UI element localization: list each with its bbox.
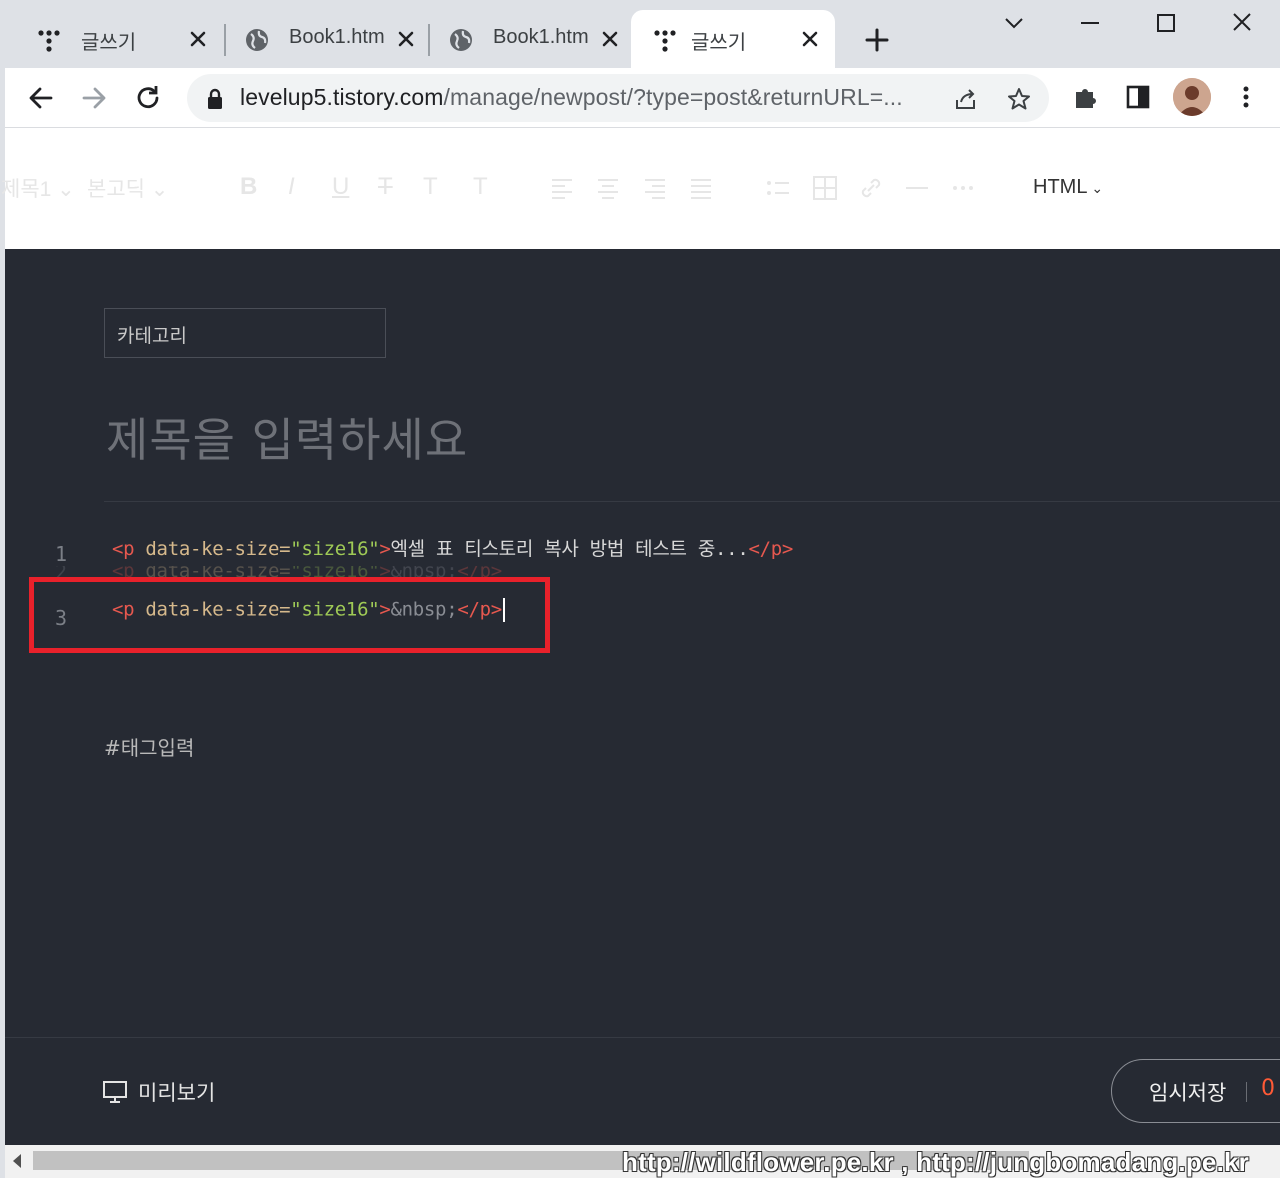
screenshot-root: 글쓰기 Book1.htm Book1.htm 글쓰기 levelup5.tis… bbox=[0, 0, 1280, 1178]
globe-icon bbox=[246, 29, 268, 51]
tistory-icon bbox=[654, 30, 676, 52]
forward-arrow-icon[interactable] bbox=[78, 82, 110, 114]
preview-label: 미리보기 bbox=[138, 1081, 216, 1105]
tab-search-chevron-icon[interactable] bbox=[997, 8, 1031, 38]
code-source: <p data-ke-size="size16">엑셀 표 티스토리 복사 방법… bbox=[112, 534, 793, 561]
url-path: /manage/newpost/?type=post&returnURL=... bbox=[443, 84, 903, 110]
side-panel-icon[interactable] bbox=[1123, 82, 1153, 112]
chevron-down-icon: ⌄ bbox=[1087, 180, 1104, 196]
url-text[interactable]: levelup5.tistory.com/manage/newpost/?typ… bbox=[240, 84, 903, 111]
tab-title: 글쓰기 bbox=[691, 32, 747, 54]
share-icon[interactable] bbox=[953, 86, 979, 112]
browser-toolbar: levelup5.tistory.com/manage/newpost/?typ… bbox=[5, 68, 1280, 128]
bold-button[interactable]: B bbox=[240, 173, 257, 201]
url-host: levelup5.tistory.com bbox=[240, 84, 444, 110]
tab-title: 글쓰기 bbox=[81, 32, 137, 54]
tab-3[interactable]: Book1.htm bbox=[417, 10, 633, 68]
code-line[interactable]: 1 <p data-ke-size="size16">엑셀 표 티스토리 복사 … bbox=[5, 534, 1280, 566]
globe-icon bbox=[450, 29, 472, 51]
tag-input[interactable]: #태그입력 bbox=[104, 732, 194, 761]
font-select[interactable]: 본고딕 ⌄ bbox=[87, 173, 168, 203]
align-left-icon[interactable] bbox=[549, 175, 575, 201]
code-attr: data-ke-size= bbox=[145, 538, 291, 560]
editor-toolbar: 제목1 ⌄ 본고딕 ⌄ B I U T T T HTML ⌄ bbox=[1, 129, 1280, 249]
align-justify-icon[interactable] bbox=[688, 175, 714, 201]
temp-save-button[interactable]: 임시저장 0 bbox=[1111, 1059, 1280, 1123]
bookmark-star-icon[interactable] bbox=[1006, 86, 1032, 112]
red-highlight-box bbox=[29, 577, 550, 653]
bg-color-button[interactable]: T bbox=[473, 173, 488, 201]
footer-divider bbox=[5, 1037, 1280, 1038]
align-right-icon[interactable] bbox=[642, 175, 668, 201]
italic-button[interactable]: I bbox=[288, 173, 295, 201]
more-dots-icon[interactable] bbox=[950, 175, 976, 201]
category-placeholder: 카테고리 bbox=[117, 325, 187, 347]
code-value: "size16" bbox=[290, 538, 380, 560]
maximize-icon[interactable] bbox=[1149, 8, 1183, 38]
new-tab-plus-icon[interactable] bbox=[863, 26, 891, 54]
align-center-icon[interactable] bbox=[595, 175, 621, 201]
more-menu-icon[interactable] bbox=[1231, 82, 1261, 112]
code-tag-open: <p bbox=[112, 538, 146, 560]
address-bar[interactable]: levelup5.tistory.com/manage/newpost/?typ… bbox=[187, 74, 1049, 122]
text-color-button[interactable]: T bbox=[423, 173, 438, 201]
close-icon[interactable] bbox=[599, 28, 621, 50]
close-icon[interactable] bbox=[395, 28, 417, 50]
watermark-text: http://wildflower.pe.kr , http://jungbom… bbox=[622, 1147, 1249, 1177]
link-icon[interactable] bbox=[858, 175, 884, 201]
tab-4-active[interactable]: 글쓰기 bbox=[631, 10, 835, 68]
heading-select[interactable]: 제목1 ⌄ bbox=[1, 173, 75, 203]
divider-line-icon[interactable] bbox=[904, 175, 930, 201]
bullet-list-icon[interactable] bbox=[765, 175, 791, 201]
monitor-icon bbox=[103, 1081, 127, 1103]
back-arrow-icon[interactable] bbox=[25, 82, 57, 114]
tab-title: Book1.htm bbox=[493, 26, 589, 48]
tab-1[interactable]: 글쓰기 bbox=[5, 10, 221, 68]
minimize-icon[interactable] bbox=[1073, 8, 1107, 38]
title-input[interactable]: 제목을 입력하세요 bbox=[106, 404, 468, 470]
strike-button[interactable]: T bbox=[378, 173, 393, 201]
heading-select-label: 제목1 bbox=[1, 178, 52, 201]
close-window-icon[interactable] bbox=[1225, 8, 1259, 38]
temp-save-divider bbox=[1246, 1082, 1247, 1102]
underline-button[interactable]: U bbox=[332, 173, 349, 201]
table-icon[interactable] bbox=[812, 175, 838, 201]
post-editor: 카테고리 제목을 입력하세요 1 <p data-ke-size="size16… bbox=[5, 249, 1280, 1145]
editor-mode-select[interactable]: HTML ⌄ bbox=[1033, 176, 1103, 199]
tab-strip: 글쓰기 Book1.htm Book1.htm 글쓰기 bbox=[5, 0, 1280, 68]
tistory-icon bbox=[38, 30, 60, 52]
tab-title: Book1.htm bbox=[289, 26, 385, 48]
line-number: 1 bbox=[55, 542, 68, 566]
editor-mode-label: HTML bbox=[1033, 176, 1088, 198]
font-select-label: 본고딕 bbox=[87, 178, 145, 201]
profile-person-icon bbox=[1173, 78, 1211, 116]
temp-save-label: 임시저장 bbox=[1149, 1081, 1227, 1105]
temp-save-count: 0 bbox=[1261, 1076, 1275, 1101]
code-tag-bracket: > bbox=[379, 538, 391, 560]
code-tag-close: </p> bbox=[748, 538, 794, 560]
extensions-puzzle-icon[interactable] bbox=[1071, 82, 1101, 112]
scroll-left-arrow-icon[interactable] bbox=[13, 1154, 21, 1168]
reload-icon[interactable] bbox=[132, 82, 164, 114]
lock-icon[interactable] bbox=[205, 88, 225, 110]
tab-2[interactable]: Book1.htm bbox=[213, 10, 429, 68]
close-icon[interactable] bbox=[799, 28, 821, 50]
profile-avatar[interactable] bbox=[1173, 78, 1211, 116]
code-text: 엑셀 표 티스토리 복사 방법 테스트 중... bbox=[390, 538, 749, 560]
preview-button[interactable]: 미리보기 bbox=[102, 1077, 215, 1107]
title-divider bbox=[104, 501, 1280, 502]
category-select[interactable]: 카테고리 bbox=[104, 308, 386, 358]
close-icon[interactable] bbox=[187, 28, 209, 50]
